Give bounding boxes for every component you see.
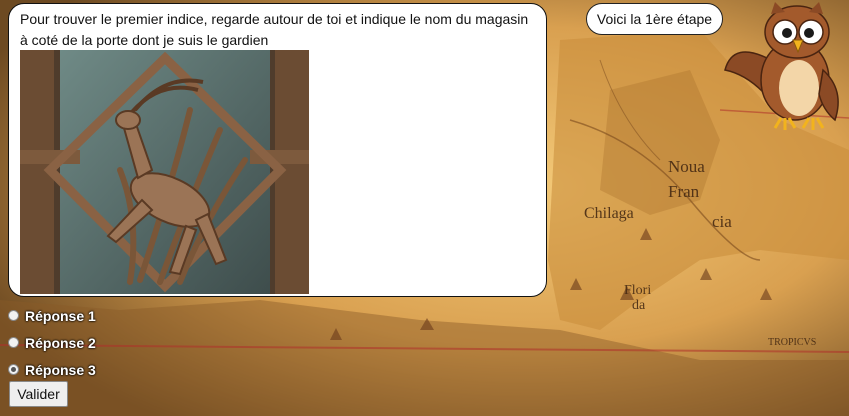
antelope-relief-image: [20, 50, 309, 294]
owl-icon: [724, 2, 839, 130]
answer-option-3[interactable]: Réponse 3: [8, 356, 96, 383]
step-button[interactable]: Voici la 1ère étape: [586, 3, 723, 35]
map-label-tropicus: TROPICVS: [768, 337, 816, 348]
map-label-flori: Flori: [624, 283, 651, 298]
answer-label: Réponse 2: [25, 334, 96, 351]
validate-button[interactable]: Valider: [9, 381, 68, 407]
map-label-fran: Fran: [668, 182, 700, 201]
map-label-cia: cia: [712, 212, 732, 231]
map-label-noua: Noua: [668, 157, 705, 176]
radio-button[interactable]: [8, 337, 19, 348]
answer-label: Réponse 1: [25, 307, 96, 324]
clue-bubble: Pour trouver le premier indice, regarde …: [8, 3, 547, 297]
map-label-chilaga: Chilaga: [584, 205, 634, 222]
clue-text: Pour trouver le premier indice, regarde …: [20, 11, 529, 48]
answer-option-1[interactable]: Réponse 1: [8, 302, 96, 329]
answer-options: Réponse 1 Réponse 2 Réponse 3: [8, 302, 96, 383]
answer-label: Réponse 3: [25, 361, 96, 378]
radio-button[interactable]: [8, 310, 19, 321]
radio-button-selected[interactable]: [8, 364, 19, 375]
map-label-da: da: [632, 298, 646, 313]
answer-option-2[interactable]: Réponse 2: [8, 329, 96, 356]
